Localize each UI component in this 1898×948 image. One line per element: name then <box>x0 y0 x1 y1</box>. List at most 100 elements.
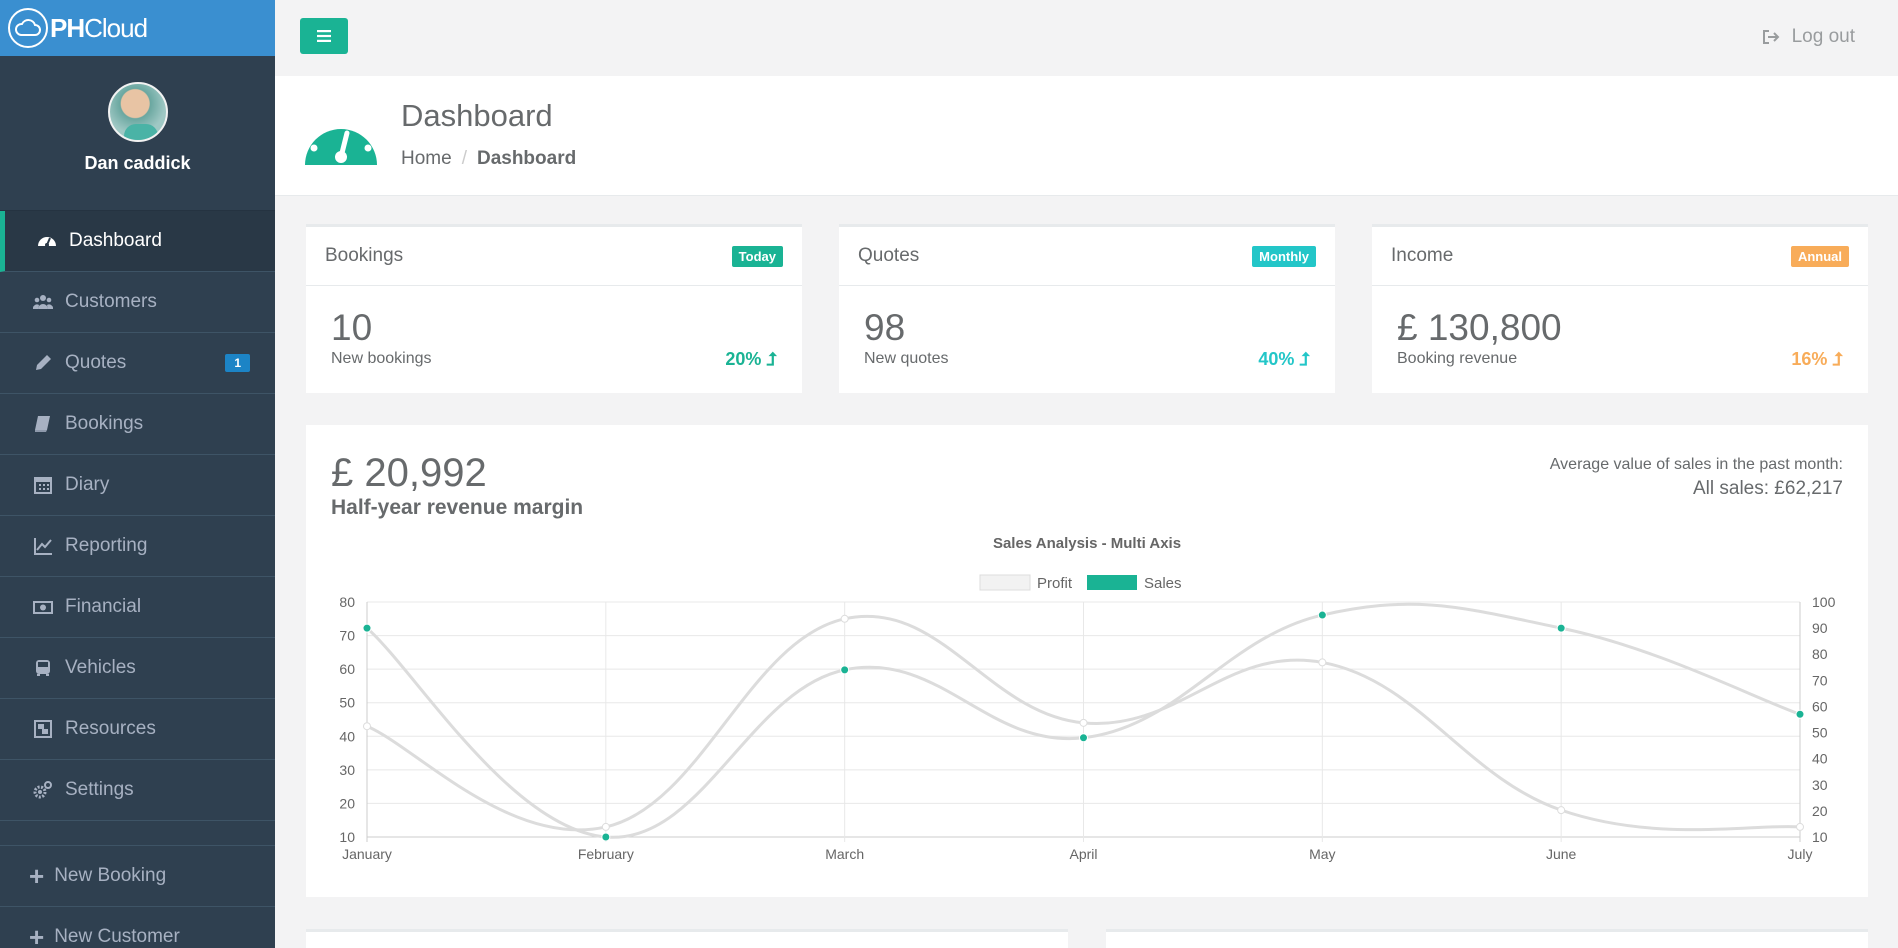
logout-link[interactable]: Log out <box>1762 26 1855 48</box>
legend-swatch-profit <box>979 574 1031 591</box>
card-value: 10 <box>331 307 373 348</box>
income-card: Income Annual £ 130,800 Booking revenue … <box>1372 224 1868 393</box>
breadcrumb-current: Dashboard <box>476 148 577 169</box>
card-value: 98 <box>864 307 906 348</box>
card-title: Quotes <box>858 245 920 266</box>
sales-chart: Sales Analysis - Multi Axis Profit Sales… <box>339 535 1836 862</box>
sidebar-item-dashboard[interactable]: Dashboard <box>0 211 275 272</box>
y-left-tick-label: 80 <box>339 594 355 610</box>
level-up-icon: ⮥ <box>766 349 777 369</box>
legend-swatch-sales <box>1087 575 1137 590</box>
pencil-icon <box>31 353 55 373</box>
bottom-panel-left <box>306 929 1068 948</box>
new-customer-button[interactable]: + New Customer <box>0 907 275 948</box>
sign-out-icon <box>1762 30 1780 44</box>
new-booking-label: New Booking <box>54 865 167 886</box>
sidebar-item-financial[interactable]: Financial <box>0 577 275 638</box>
y-left-tick-label: 70 <box>339 628 355 644</box>
quotes-count-badge: 1 <box>225 354 250 372</box>
sidebar-item-label: Settings <box>65 779 134 800</box>
data-point-profit <box>840 614 849 623</box>
period-label: Monthly <box>1252 245 1316 267</box>
page-title: Dashboard <box>401 98 553 133</box>
data-point-profit <box>1796 822 1804 831</box>
sidebar-item-label: Diary <box>65 474 110 495</box>
y-right-tick-label: 80 <box>1812 646 1828 662</box>
dashboard-gauge-icon <box>305 118 377 165</box>
data-point-profit <box>363 722 371 731</box>
line-chart-icon <box>31 536 55 556</box>
calendar-icon <box>31 475 55 495</box>
card-header: Quotes Monthly <box>839 227 1335 286</box>
card-header: Income Annual <box>1372 227 1868 286</box>
book-icon <box>31 414 55 434</box>
data-point-sales <box>840 665 850 675</box>
hamburger-icon <box>317 30 331 42</box>
card-title: Bookings <box>325 245 404 266</box>
breadcrumb-home[interactable]: Home <box>401 148 452 169</box>
y-right-tick-label: 70 <box>1812 672 1828 688</box>
card-percentage: 40% ⮥ <box>1258 349 1310 369</box>
user-profile: Dan caddick <box>0 56 275 210</box>
x-tick-label: March <box>825 846 864 862</box>
x-tick-label: February <box>578 846 634 862</box>
y-left-tick-label: 30 <box>339 762 355 778</box>
cogs-icon <box>31 780 55 800</box>
logo[interactable]: PHCloud <box>0 0 275 56</box>
data-point-sales <box>1317 610 1327 620</box>
chart-legend: Profit Sales <box>979 574 1182 592</box>
level-up-icon: ⮥ <box>1299 349 1310 369</box>
new-booking-button[interactable]: + New Booking <box>0 846 275 907</box>
legend-label-sales: Sales <box>1144 575 1182 592</box>
sidebar-item-bookings[interactable]: Bookings <box>0 394 275 455</box>
sidebar-item-label: Reporting <box>65 535 148 556</box>
top-navbar: Log out <box>275 0 1898 76</box>
sidebar-item-diary[interactable]: Diary <box>0 455 275 516</box>
period-label: Annual <box>1790 245 1849 267</box>
sidebar-item-quotes[interactable]: Quotes 1 <box>0 333 275 394</box>
sidebar-item-customers[interactable]: Customers <box>0 272 275 333</box>
card-subtitle: New quotes <box>864 350 949 367</box>
sidebar-item-label: Bookings <box>65 413 144 434</box>
card-subtitle: New bookings <box>331 350 432 367</box>
bus-icon <box>31 658 55 678</box>
y-right-tick-label: 10 <box>1812 829 1828 845</box>
y-right-tick-label: 20 <box>1812 803 1828 819</box>
brand-name: PHCloud <box>50 12 148 43</box>
users-icon <box>31 292 55 312</box>
level-up-icon: ⮥ <box>1832 349 1843 369</box>
sidebar-item-settings[interactable]: Settings <box>0 760 275 821</box>
legend-label-profit: Profit <box>1037 575 1073 592</box>
y-left-tick-label: 50 <box>339 695 355 711</box>
sidebar-item-label: Quotes <box>65 352 127 373</box>
y-right-tick-label: 100 <box>1812 594 1836 610</box>
sidebar-item-resources[interactable]: Resources <box>0 699 275 760</box>
y-right-tick-label: 40 <box>1812 751 1828 767</box>
x-tick-label: July <box>1788 846 1813 862</box>
x-tick-label: January <box>342 846 392 862</box>
nav-divider <box>0 821 275 846</box>
sidebar-item-vehicles[interactable]: Vehicles <box>0 638 275 699</box>
data-point-sales <box>1079 733 1088 743</box>
y-left-tick-label: 10 <box>339 829 355 845</box>
quotes-card: Quotes Monthly 98 New quotes 40% ⮥ <box>839 224 1335 393</box>
menu-toggle-button[interactable] <box>300 18 348 54</box>
card-percentage: 16% ⮥ <box>1791 349 1843 369</box>
new-customer-label: New Customer <box>54 926 180 947</box>
object-group-icon <box>31 719 55 739</box>
avatar[interactable] <box>107 82 168 142</box>
sales-analysis-panel: £ 20,992 Half-year revenue margin Averag… <box>306 425 1868 897</box>
sidebar-item-label: Dashboard <box>69 230 162 251</box>
profile-name[interactable]: Dan caddick <box>84 153 190 174</box>
sidebar-item-label: Vehicles <box>65 657 136 678</box>
card-subtitle: Booking revenue <box>1397 350 1518 367</box>
x-tick-label: April <box>1069 846 1097 862</box>
breadcrumb-separator: / <box>461 148 467 169</box>
card-value: £ 130,800 <box>1397 307 1562 348</box>
page-header: Dashboard Home / Dashboard <box>275 76 1898 196</box>
money-icon <box>31 597 55 617</box>
data-point-sales <box>362 623 372 633</box>
sidebar-item-label: Customers <box>65 291 157 312</box>
sidebar: PHCloud Dan caddick Dashboard Customers … <box>0 0 275 948</box>
sidebar-item-reporting[interactable]: Reporting <box>0 516 275 577</box>
